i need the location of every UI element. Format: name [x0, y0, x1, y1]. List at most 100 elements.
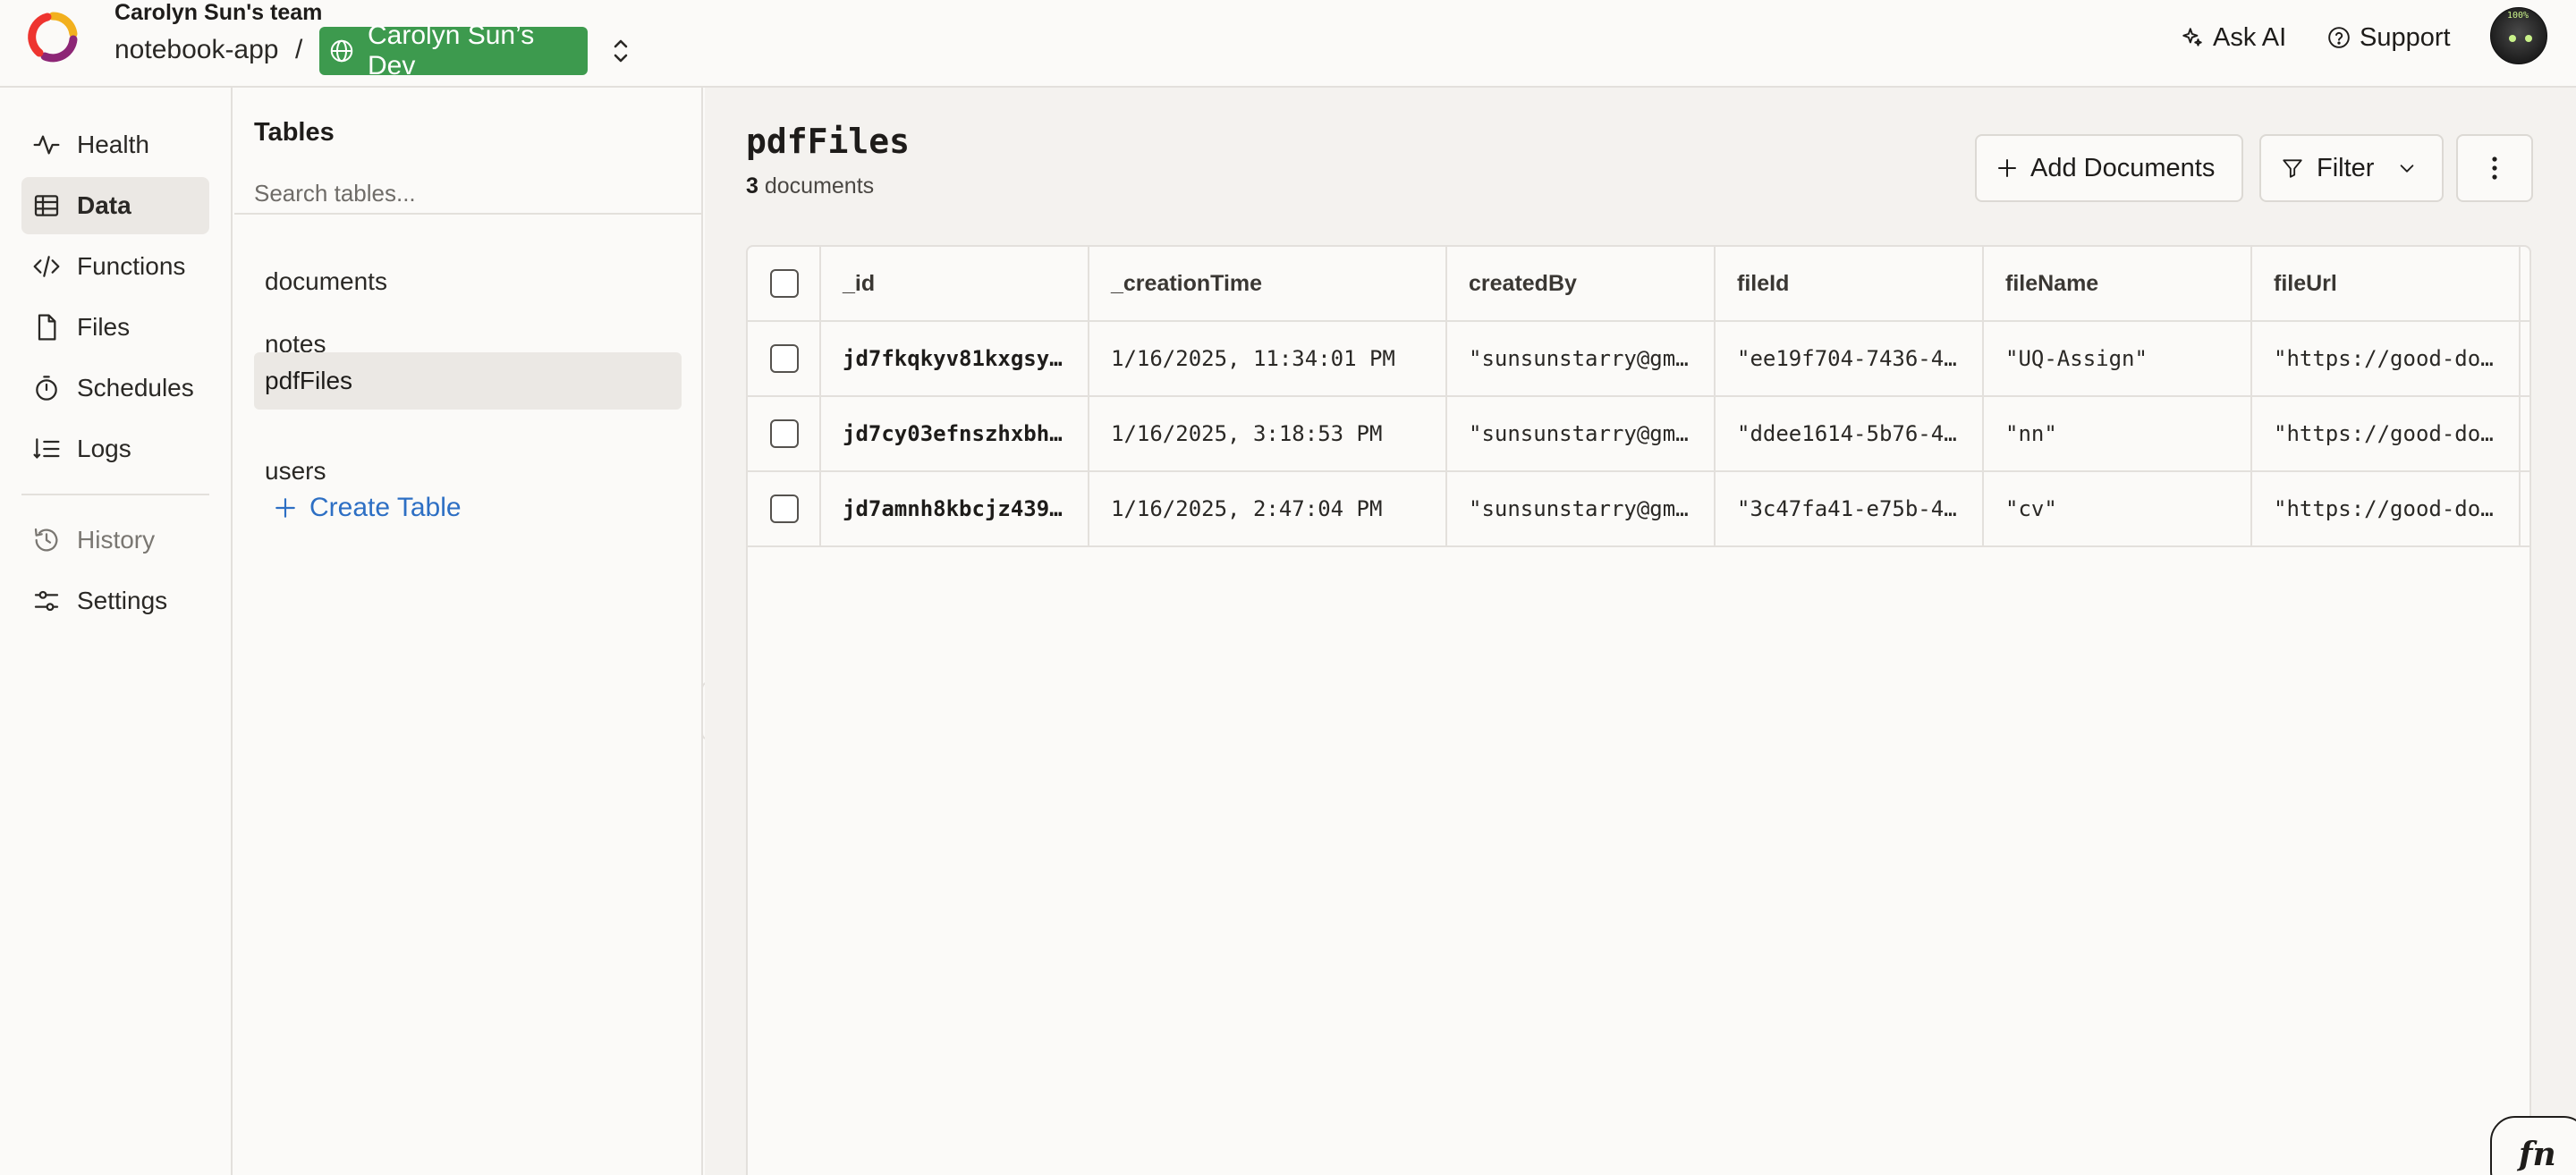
sidebar-item-data[interactable]: Data	[21, 177, 209, 234]
sidebar-item-label: Settings	[77, 587, 168, 614]
row-select-cell	[748, 322, 821, 395]
row-checkbox[interactable]	[770, 495, 799, 523]
sidebar-item-health[interactable]: Health	[21, 116, 209, 173]
table-row[interactable]: jd7cy03efnszhxbh… 1/16/2025, 3:18:53 PM …	[748, 397, 2529, 472]
support-button[interactable]: Support	[2327, 20, 2451, 55]
table-item-documents[interactable]: documents	[254, 254, 682, 309]
deployment-selector[interactable]: Carolyn Sun’s Dev	[319, 21, 588, 80]
chevron-down-icon	[2401, 165, 2414, 173]
kebab-menu-icon	[2492, 156, 2497, 180]
table-item-pdffiles[interactable]: pdfFiles	[254, 352, 682, 410]
plus-icon	[275, 498, 295, 518]
filter-label: Filter	[2317, 153, 2375, 182]
sidebar-item-files[interactable]: Files	[21, 299, 209, 356]
row-checkbox[interactable]	[770, 344, 799, 373]
cell-fileurl[interactable]: "https://good-do…	[2252, 397, 2521, 470]
cell-fileurl[interactable]: "https://good-do…	[2252, 322, 2521, 395]
avatar-badge: 100%	[2507, 11, 2529, 21]
sidebar-item-settings[interactable]: Settings	[21, 572, 209, 630]
sidebar-item-label: Data	[77, 191, 131, 219]
sidebar-item-label: Logs	[77, 435, 131, 462]
cell-fileid[interactable]: "ee19f704-7436-4…	[1716, 322, 1984, 395]
cell-createdby[interactable]: "sunsunstarry@gm…	[1447, 322, 1716, 395]
table-row[interactable]: jd7fkqkyv81kxgsy… 1/16/2025, 11:34:01 PM…	[748, 322, 2529, 397]
cell-creationtime[interactable]: 1/16/2025, 2:47:04 PM	[1089, 472, 1447, 545]
function-runner-button[interactable]: fn	[2490, 1116, 2576, 1175]
tables-title: Tables	[254, 118, 335, 147]
column-header-fileurl[interactable]: fileUrl	[2252, 247, 2521, 320]
sparkle-icon	[2182, 28, 2202, 46]
history-icon	[34, 528, 58, 552]
row-checkbox[interactable]	[770, 419, 799, 448]
create-table-label: Create Table	[309, 493, 462, 522]
avatar[interactable]: 100%	[2490, 7, 2547, 64]
create-table-button[interactable]: Create Table	[274, 488, 462, 528]
cell-creationtime[interactable]: 1/16/2025, 3:18:53 PM	[1089, 397, 1447, 470]
column-header-creationtime[interactable]: _creationTime	[1089, 247, 1447, 320]
cell-id[interactable]: jd7fkqkyv81kxgsy…	[821, 322, 1089, 395]
sidebar-item-label: Functions	[77, 252, 186, 280]
document-count-value: 3	[746, 173, 758, 199]
table-row[interactable]: jd7amnh8kbcjz439… 1/16/2025, 2:47:04 PM …	[748, 472, 2529, 547]
logs-icon	[33, 438, 60, 459]
sidebar-item-label: Schedules	[77, 374, 194, 402]
column-header-filename[interactable]: fileName	[1984, 247, 2252, 320]
funnel-icon	[2283, 159, 2302, 178]
cell-filename[interactable]: "UQ-Assign"	[1984, 322, 2252, 395]
sidebar-item-label: History	[77, 526, 156, 554]
row-select-cell	[748, 472, 821, 545]
plus-icon	[1998, 159, 2016, 177]
tables-panel: Tables documents notes pdfFiles users Cr…	[234, 88, 703, 1175]
sidebar-item-schedules[interactable]: Schedules	[21, 359, 209, 417]
table-grid-icon	[34, 195, 59, 216]
top-header: Carolyn Sun's team notebook-app / Caroly…	[0, 0, 2576, 88]
column-header-id[interactable]: _id	[821, 247, 1089, 320]
file-icon	[38, 314, 56, 341]
sidebar-item-label: Files	[77, 313, 131, 341]
globe-icon	[330, 39, 353, 63]
support-label: Support	[2360, 22, 2451, 52]
help-circle-icon	[2328, 27, 2350, 48]
ask-ai-label: Ask AI	[2213, 22, 2287, 52]
team-name[interactable]: Carolyn Sun's team	[114, 0, 322, 25]
deployment-name: Carolyn Sun’s Dev	[368, 21, 535, 80]
cell-filename[interactable]: "nn"	[1984, 397, 2252, 470]
cell-fileid[interactable]: "ddee1614-5b76-4…	[1716, 397, 1984, 470]
sidebar-nav: Health Data Functions Files Schedules Lo…	[0, 88, 233, 1175]
select-all-checkbox[interactable]	[770, 269, 799, 298]
filter-button[interactable]: Filter	[2259, 134, 2444, 202]
chevron-up-down-icon[interactable]	[608, 36, 633, 66]
sidebar-item-functions[interactable]: Functions	[21, 238, 209, 295]
cell-creationtime[interactable]: 1/16/2025, 11:34:01 PM	[1089, 322, 1447, 395]
cell-createdby[interactable]: "sunsunstarry@gm…	[1447, 397, 1716, 470]
add-documents-button[interactable]: Add Documents	[1975, 134, 2243, 202]
convex-logo-icon[interactable]	[27, 11, 79, 63]
column-header-fileid[interactable]: fileId	[1716, 247, 1984, 320]
select-all-cell	[748, 247, 821, 320]
documents-table: _id _creationTime createdBy fileId fileN…	[746, 245, 2531, 1175]
cell-id[interactable]: jd7cy03efnszhxbh…	[821, 397, 1089, 470]
table-search-input[interactable]	[234, 173, 701, 215]
sidebar-item-logs[interactable]: Logs	[21, 420, 209, 478]
sidebar-item-history[interactable]: History	[21, 511, 209, 569]
sliders-icon	[34, 590, 59, 612]
stopwatch-icon	[36, 376, 57, 401]
sidebar-divider	[21, 494, 209, 495]
code-icon	[33, 256, 60, 277]
cell-fileid[interactable]: "3c47fa41-e75b-4…	[1716, 472, 1984, 545]
document-count: 3 documents	[746, 173, 874, 199]
column-header-createdby[interactable]: createdBy	[1447, 247, 1716, 320]
sidebar-item-label: Health	[77, 131, 149, 158]
more-options-button[interactable]	[2456, 134, 2533, 202]
cell-createdby[interactable]: "sunsunstarry@gm…	[1447, 472, 1716, 545]
ask-ai-button[interactable]: Ask AI	[2181, 20, 2286, 55]
document-count-label: documents	[764, 173, 875, 199]
breadcrumb-separator: /	[295, 35, 303, 64]
main-content: pdfFiles 3 documents Add Documents Filte…	[705, 88, 2576, 1175]
pulse-icon	[33, 135, 60, 155]
cell-id[interactable]: jd7amnh8kbcjz439…	[821, 472, 1089, 545]
cell-filename[interactable]: "cv"	[1984, 472, 2252, 545]
project-name[interactable]: notebook-app	[114, 34, 279, 66]
table-header-row: _id _creationTime createdBy fileId fileN…	[748, 247, 2529, 322]
cell-fileurl[interactable]: "https://good-do…	[2252, 472, 2521, 545]
